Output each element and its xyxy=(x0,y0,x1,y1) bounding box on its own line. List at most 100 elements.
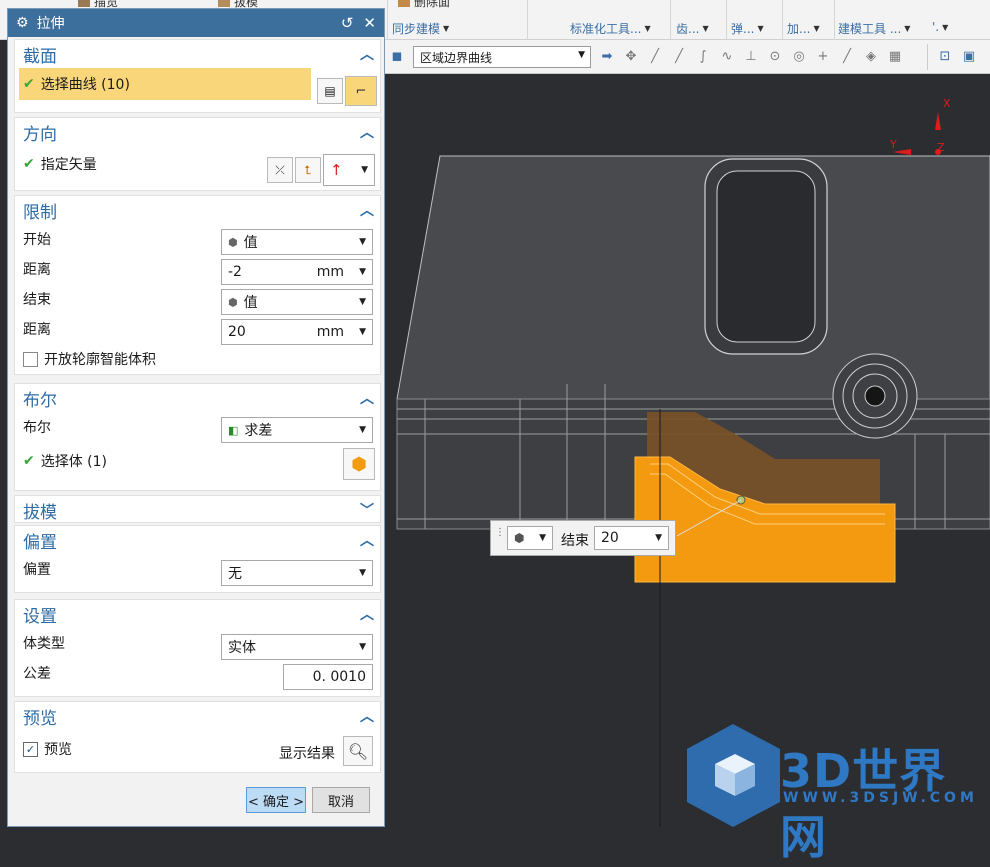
value-cube-icon: ⬢ xyxy=(228,295,238,309)
start-type-dropdown[interactable]: ⬢ 值 ▼ xyxy=(221,229,373,255)
gear-icon[interactable]: ⚙ xyxy=(16,15,29,31)
tab-delete-face-label: 删除面 xyxy=(414,0,451,9)
line-icon[interactable]: ╱ xyxy=(647,49,663,65)
group-sync-modeling[interactable]: 同步建模 ▼ xyxy=(392,20,449,37)
section-header[interactable]: 截面 ︿ xyxy=(15,40,380,68)
direction-header[interactable]: 方向 ︿ xyxy=(15,118,380,146)
ribbon-divider xyxy=(527,0,528,40)
curve-button[interactable]: ⌐ xyxy=(345,76,377,106)
triad-x-label: X xyxy=(943,97,951,110)
boolean-label: 布尔 xyxy=(23,420,51,436)
tab-delete-face[interactable]: 删除面 xyxy=(398,0,451,9)
direction-section: 方向 ︿ ✔ 指定矢量 ⤫ ⮤ ↑ ▼ xyxy=(14,117,381,191)
tab-draft[interactable]: 拔模 xyxy=(218,0,258,9)
group-spring[interactable]: 弹... ▼ xyxy=(731,20,764,37)
render-icon[interactable]: ▣ xyxy=(961,49,977,65)
chevron-down-icon[interactable]: ﹀ xyxy=(360,500,374,520)
section-section: 截面 ︿ ✔ 选择曲线 (10) ▤ ⌐ xyxy=(14,39,381,113)
ribbon-divider xyxy=(782,0,783,40)
reset-icon[interactable]: ↺ xyxy=(341,14,354,32)
chevron-down-icon: ▼ xyxy=(942,22,949,32)
perpendicular-icon[interactable]: ⊥ xyxy=(743,49,759,65)
cancel-button[interactable]: 取消 xyxy=(312,787,370,813)
grid-icon[interactable]: ▦ xyxy=(887,49,903,65)
offset-header[interactable]: 偏置 ︿ xyxy=(15,526,380,554)
end-type-value: 值 xyxy=(243,295,258,311)
chevron-down-icon: ▼ xyxy=(904,24,911,33)
line-icon[interactable]: ╱ xyxy=(671,49,687,65)
graphics-viewport[interactable]: X Y Z xyxy=(385,74,990,827)
offset-value: 无 xyxy=(228,566,242,582)
group-modeling-tools[interactable]: 建模工具 ... ▼ xyxy=(838,20,910,37)
specify-vector-label: 指定矢量 xyxy=(40,157,97,173)
chevron-down-icon: ▼ xyxy=(359,568,366,578)
tolerance-input[interactable]: 0. 0010 xyxy=(283,664,373,690)
dialog-titlebar[interactable]: ⚙ 拉伸 ↺ ✕ xyxy=(8,9,384,37)
chevron-up-icon[interactable]: ︿ xyxy=(360,604,374,624)
chevron-up-icon[interactable]: ︿ xyxy=(360,530,374,550)
chevron-up-icon[interactable]: ︿ xyxy=(360,44,374,64)
preview-header[interactable]: 预览 ︿ xyxy=(15,702,380,730)
chevron-up-icon[interactable]: ︿ xyxy=(360,122,374,142)
view-fit-icon[interactable]: ⊡ xyxy=(937,49,953,65)
sketch-section-button[interactable]: ▤ xyxy=(317,78,343,104)
chevron-down-icon: ▼ xyxy=(359,425,366,435)
distance2-input[interactable]: 20 mm ▼ xyxy=(221,319,373,345)
distance1-input[interactable]: -2 mm ▼ xyxy=(221,259,373,285)
ribbon-divider xyxy=(834,0,835,40)
offset-dropdown[interactable]: 无 ▼ xyxy=(221,560,373,586)
chevron-down-icon: ▼ xyxy=(539,533,546,543)
close-icon[interactable]: ✕ xyxy=(363,14,376,32)
end-type-dropdown[interactable]: ⬢ ▼ xyxy=(507,526,553,550)
cube-filter-icon[interactable]: ◼ xyxy=(389,49,405,65)
distance1-value: -2 xyxy=(228,264,242,280)
vector-type-dropdown[interactable]: ↑ ▼ xyxy=(323,154,375,186)
quadrant-icon[interactable]: ◎ xyxy=(791,49,807,65)
settings-header[interactable]: 设置 ︿ xyxy=(15,600,380,628)
ok-button[interactable]: < 确定 > xyxy=(246,787,306,813)
group-more[interactable]: '. ▼ xyxy=(932,20,948,34)
tab-describe[interactable]: 描览 xyxy=(78,0,118,9)
limits-header[interactable]: 限制 ︿ xyxy=(15,196,380,224)
arrow-right-icon[interactable]: ➡ xyxy=(599,49,615,65)
distance2-value: 20 xyxy=(228,324,246,340)
select-curve-row[interactable]: ✔ 选择曲线 (10) xyxy=(19,68,311,100)
face-icon[interactable]: ◈ xyxy=(863,49,879,65)
draft-title: 拔模 xyxy=(23,502,57,523)
draft-header[interactable]: 拔模 ﹀ xyxy=(15,496,380,524)
open-profile-checkbox[interactable] xyxy=(23,351,38,367)
cross-icon[interactable]: + xyxy=(815,49,831,65)
boolean-dropdown[interactable]: ◧ 求差 ▼ xyxy=(221,417,373,443)
end-value-input[interactable]: 20 ▼ xyxy=(594,526,669,550)
reverse-direction-button[interactable]: ⤫ xyxy=(267,157,293,183)
show-result-button[interactable]: 🔍︎ xyxy=(343,736,373,766)
boolean-header[interactable]: 布尔 ︿ xyxy=(15,384,380,412)
group-add[interactable]: 加... ▼ xyxy=(787,20,820,37)
group-modeling-tools-label: 建模工具 ... xyxy=(838,22,902,36)
preview-checkbox[interactable]: ✓ xyxy=(23,741,38,757)
group-spring-label: 弹... xyxy=(731,22,755,36)
chevron-up-icon[interactable]: ︿ xyxy=(360,388,374,408)
body-type-dropdown[interactable]: 实体 ▼ xyxy=(221,634,373,660)
chevron-down-icon: ▼ xyxy=(359,327,366,337)
group-gear[interactable]: 齿... ▼ xyxy=(676,20,709,37)
snap-point-icon[interactable]: ✥ xyxy=(623,49,639,65)
offset-label: 偏置 xyxy=(23,562,51,578)
open-profile-row[interactable]: 开放轮廓智能体积 xyxy=(15,344,380,374)
chevron-down-icon: ▼ xyxy=(443,24,450,33)
extrude-dialog: ⚙ 拉伸 ↺ ✕ 截面 ︿ ✔ 选择曲线 (10) ▤ ⌐ 方向 ︿ ✔ 指定矢… xyxy=(7,8,385,827)
spline-icon[interactable]: ∿ xyxy=(719,49,735,65)
line-icon[interactable]: ╱ xyxy=(839,49,855,65)
boolean-title: 布尔 xyxy=(23,390,57,411)
chevron-up-icon[interactable]: ︿ xyxy=(360,706,374,726)
chevron-up-icon[interactable]: ︿ xyxy=(360,200,374,220)
group-standard-tools[interactable]: 标准化工具... ▼ xyxy=(570,20,651,37)
end-type-dropdown[interactable]: ⬢ 值 ▼ xyxy=(221,289,373,315)
vector-dialog-button[interactable]: ⮤ xyxy=(295,157,321,183)
circle-center-icon[interactable]: ⊙ xyxy=(767,49,783,65)
curve-icon[interactable]: ∫ xyxy=(695,49,711,65)
selection-filter-dropdown[interactable]: 区域边界曲线 ▼ xyxy=(413,46,591,68)
drag-grip-icon[interactable]: ⋮ xyxy=(495,527,505,538)
tolerance-value: 0. 0010 xyxy=(312,669,366,685)
select-body-button[interactable]: ⬢ xyxy=(343,448,375,480)
